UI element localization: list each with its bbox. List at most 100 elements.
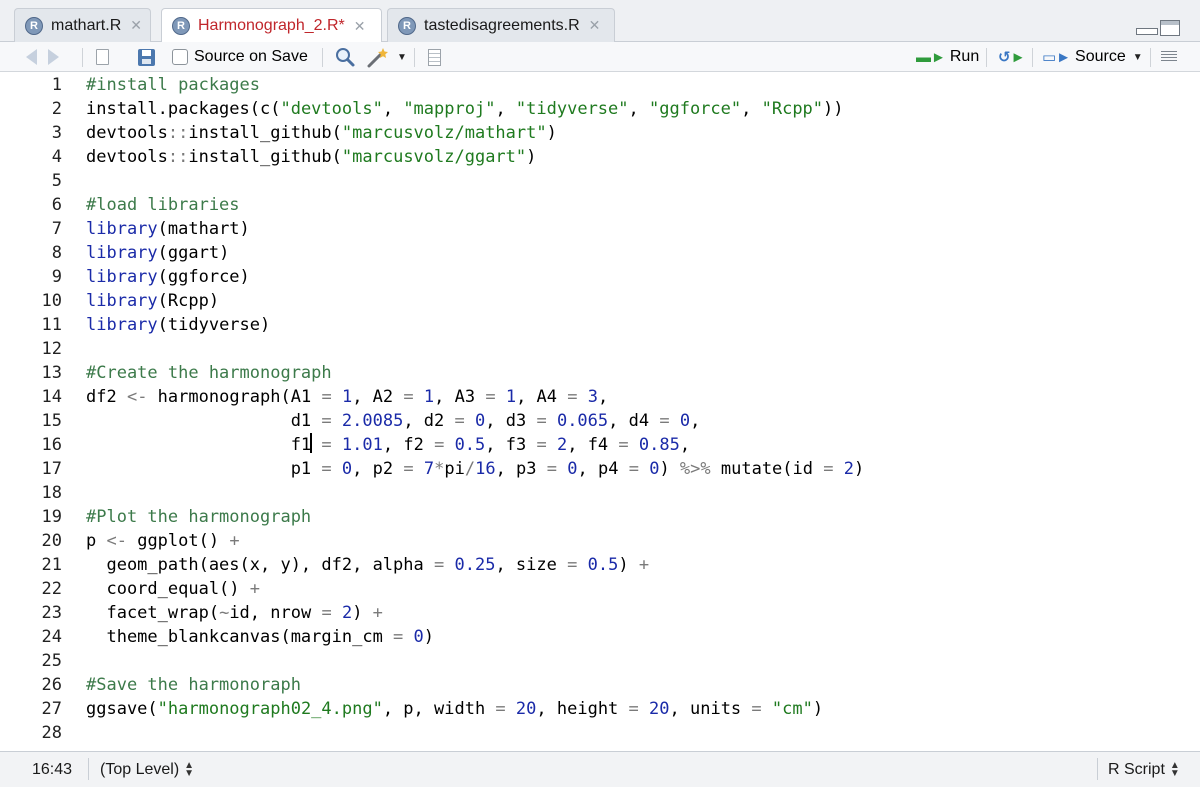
line-number: 16	[41, 435, 62, 455]
source-on-save-label: Source on Save	[194, 48, 308, 65]
tab-label: tastedisagreements.R	[424, 16, 580, 34]
line-number: 15	[41, 411, 62, 431]
back-button[interactable]	[26, 42, 37, 72]
tab-label: Harmonograph_2.R*	[198, 17, 345, 34]
scope-selector[interactable]: (Top Level) ▲ ▼	[100, 752, 194, 787]
code-tools-button[interactable]: ▼	[366, 42, 407, 72]
code-line[interactable]: #Plot the harmonograph	[86, 505, 311, 529]
maximize-pane-icon[interactable]	[1160, 20, 1180, 36]
code-line[interactable]: coord_equal() +	[86, 577, 260, 601]
line-number: 12	[41, 339, 62, 359]
outline-icon	[1161, 51, 1177, 63]
close-icon[interactable]: ✕	[589, 17, 601, 34]
chevron-down-icon: ▼	[397, 51, 407, 63]
code-line[interactable]: df2 <- harmonograph(A1 = 1, A2 = 1, A3 =…	[86, 385, 608, 409]
line-number: 11	[41, 315, 62, 335]
source-on-save-checkbox[interactable]: Source on Save	[172, 42, 308, 72]
code-line[interactable]: facet_wrap(~id, nrow = 2) +	[86, 601, 382, 625]
save-button[interactable]	[138, 42, 155, 72]
compile-report-button[interactable]	[428, 42, 441, 72]
code-line[interactable]: library(ggart)	[86, 241, 229, 265]
line-number: 25	[41, 651, 62, 671]
code-line[interactable]: devtools::install_github("marcusvolz/gga…	[86, 145, 536, 169]
close-icon[interactable]: ✕	[130, 17, 142, 34]
line-number: 2	[51, 99, 62, 119]
code-line[interactable]: ggsave("harmonograph02_4.png", p, width …	[86, 697, 823, 721]
toolbar-divider	[1032, 48, 1033, 67]
tab-label: mathart.R	[51, 16, 122, 34]
status-divider	[88, 758, 89, 780]
close-icon[interactable]: ✕	[354, 18, 366, 35]
line-number: 28	[41, 723, 62, 743]
source-arrow-icon: ▭►	[1042, 49, 1072, 66]
file-type-selector[interactable]: R Script ▲ ▼	[1108, 752, 1180, 787]
rerun-button[interactable]: ↺ ►	[998, 42, 1025, 72]
line-number: 19	[41, 507, 62, 527]
code-line[interactable]: geom_path(aes(x, y), df2, alpha = 0.25, …	[86, 553, 649, 577]
code-line[interactable]: devtools::install_github("marcusvolz/mat…	[86, 121, 557, 145]
status-divider	[1097, 758, 1098, 780]
code-editor[interactable]: 1 2 3 4 5 6 7 8 9 10 11 12 13 14 15 16 17 18 19 20 21 22 23 24 2…	[0, 73, 1200, 751]
code-line[interactable]: #Create the harmonograph	[86, 361, 332, 385]
code-line[interactable]: #install packages	[86, 73, 260, 97]
run-button[interactable]: ▬► Run	[916, 42, 979, 72]
code-line[interactable]: #Save the harmonoraph	[86, 673, 301, 697]
status-bar: 16:43 (Top Level) ▲ ▼ R Script ▲ ▼	[0, 751, 1200, 787]
line-number: 4	[51, 147, 62, 167]
code-line[interactable]: library(tidyverse)	[86, 313, 270, 337]
code-line[interactable]: p <- ggplot() +	[86, 529, 240, 553]
source-button[interactable]: ▭► Source ▼	[1042, 42, 1143, 72]
magic-wand-icon	[367, 48, 388, 68]
code-line[interactable]: #load libraries	[86, 193, 240, 217]
run-arrow-icon: ►	[1010, 48, 1026, 66]
line-number: 18	[41, 483, 62, 503]
code-line[interactable]: install.packages(c("devtools", "mapproj"…	[86, 97, 844, 121]
toolbar-divider	[82, 48, 83, 67]
code-line[interactable]: library(Rcpp)	[86, 289, 219, 313]
toolbar-divider	[1150, 48, 1151, 67]
line-number: 22	[41, 579, 62, 599]
line-number: 21	[41, 555, 62, 575]
line-number: 24	[41, 627, 62, 647]
line-number: 9	[51, 267, 62, 287]
forward-button[interactable]	[48, 42, 59, 72]
scope-label: (Top Level)	[100, 760, 180, 778]
run-arrow-icon: ▬►	[916, 48, 946, 66]
forward-arrow-icon	[48, 49, 59, 65]
code-line[interactable]: theme_blankcanvas(margin_cm = 0)	[86, 625, 434, 649]
line-number: 23	[41, 603, 62, 623]
line-number: 8	[51, 243, 62, 263]
line-number: 3	[51, 123, 62, 143]
document-outline-button[interactable]	[1161, 42, 1177, 72]
code-line[interactable]: library(ggforce)	[86, 265, 250, 289]
save-icon	[138, 48, 155, 66]
cursor-position: 16:43	[32, 760, 73, 778]
code-line[interactable]: library(mathart)	[86, 217, 250, 241]
line-number: 6	[51, 195, 62, 215]
show-in-window-button[interactable]	[96, 42, 109, 72]
r-file-icon: R	[25, 16, 43, 35]
line-number: 13	[41, 363, 62, 383]
tab-tastedisagreements[interactable]: R tastedisagreements.R ✕	[387, 8, 615, 42]
rerun-icon: ↺	[998, 49, 1011, 66]
minimize-pane-icon[interactable]	[1136, 20, 1158, 36]
back-arrow-icon	[26, 49, 37, 65]
r-file-icon: R	[398, 16, 416, 35]
find-replace-button[interactable]	[334, 42, 356, 72]
tab-mathart[interactable]: R mathart.R ✕	[14, 8, 151, 42]
tab-harmonograph[interactable]: R Harmonograph_2.R* ✕	[161, 8, 382, 43]
up-down-chevron-icon: ▲ ▼	[1169, 759, 1180, 779]
file-type-label: R Script	[1108, 760, 1165, 778]
editor-toolbar: Source on Save ▼ ▬► Run ↺ ► ▭► Source ▼	[0, 42, 1200, 72]
line-number: 5	[51, 171, 62, 191]
code-line[interactable]: f1 = 1.01, f2 = 0.5, f3 = 2, f4 = 0.85,	[86, 433, 690, 457]
r-file-icon: R	[172, 17, 190, 35]
line-number: 1	[51, 75, 62, 95]
checkbox-icon	[172, 49, 188, 65]
notebook-icon	[428, 48, 441, 66]
text-cursor	[310, 433, 313, 453]
code-line[interactable]: d1 = 2.0085, d2 = 0, d3 = 0.065, d4 = 0,	[86, 409, 701, 433]
line-number: 10	[41, 291, 62, 311]
code-line[interactable]: p1 = 0, p2 = 7*pi/16, p3 = 0, p4 = 0) %>…	[86, 457, 865, 481]
line-number-gutter: 1 2 3 4 5 6 7 8 9 10 11 12 13 14 15 16 17 18 19 20 21 22 23 24 2…	[0, 73, 74, 751]
